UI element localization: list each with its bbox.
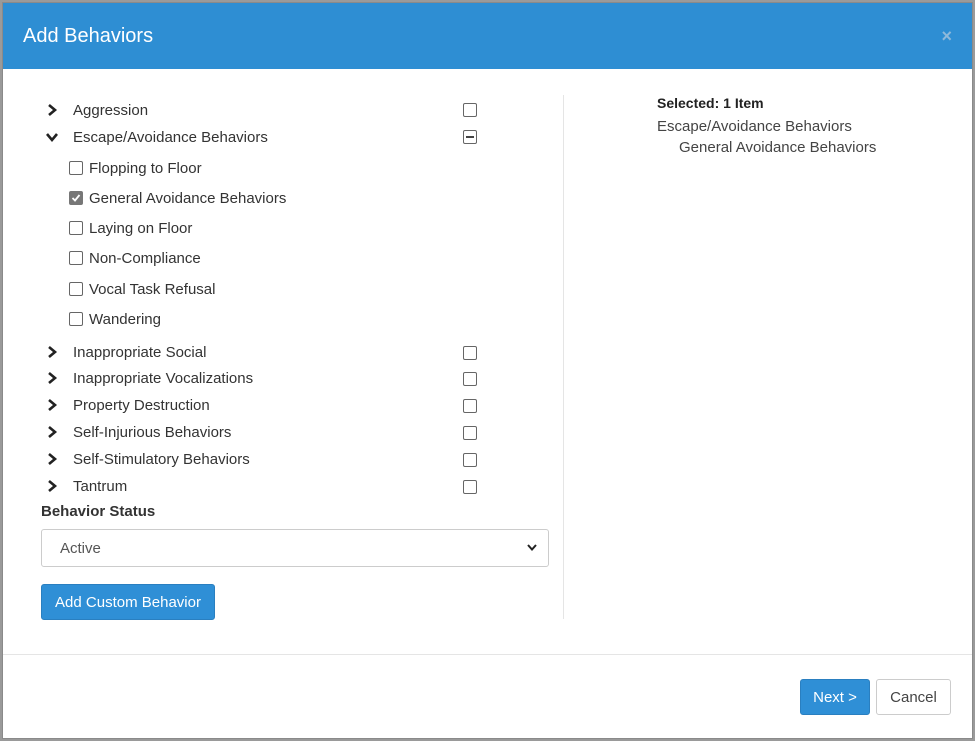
behavior-status-label: Behavior Status bbox=[41, 503, 156, 520]
tree-item-tantrum[interactable]: Tantrum bbox=[45, 475, 127, 497]
inappropriate-vocalizations-checkbox[interactable] bbox=[463, 372, 477, 386]
tree-item-label: Inappropriate Social bbox=[73, 343, 207, 361]
chevron-down-icon[interactable] bbox=[45, 130, 59, 144]
tree-item-property-destruction[interactable]: Property Destruction bbox=[45, 394, 210, 416]
self-stimulatory-checkbox[interactable] bbox=[463, 453, 477, 467]
behavior-status-select[interactable]: Active bbox=[41, 529, 549, 567]
close-icon[interactable]: × bbox=[941, 26, 952, 47]
chevron-right-icon[interactable] bbox=[45, 452, 59, 466]
tree-item-self-stimulatory[interactable]: Self-Stimulatory Behaviors bbox=[45, 448, 250, 470]
tree-item-escape-avoidance[interactable]: Escape/Avoidance Behaviors bbox=[45, 126, 268, 148]
add-behaviors-dialog: Add Behaviors × Aggression Escape/Avoida… bbox=[2, 2, 973, 739]
cancel-button[interactable]: Cancel bbox=[876, 679, 951, 715]
selected-count: Selected: 1 Item bbox=[657, 95, 764, 111]
vocal-task-refusal-checkbox[interactable] bbox=[69, 282, 83, 296]
tree-item-label: Escape/Avoidance Behaviors bbox=[73, 128, 268, 146]
tree-item-aggression[interactable]: Aggression bbox=[45, 99, 148, 121]
tree-item-label: Self-Stimulatory Behaviors bbox=[73, 450, 250, 468]
tree-item-label: Self-Injurious Behaviors bbox=[73, 423, 232, 441]
tree-item-label: Aggression bbox=[73, 101, 149, 119]
tree-item-inappropriate-social[interactable]: Inappropriate Social bbox=[45, 341, 206, 363]
property-destruction-checkbox[interactable] bbox=[463, 399, 477, 413]
child-item-general-avoidance[interactable]: General Avoidance Behaviors bbox=[69, 187, 286, 209]
chevron-right-icon[interactable] bbox=[45, 398, 59, 412]
behavior-status-value: Active bbox=[60, 539, 101, 557]
add-custom-behavior-button[interactable]: Add Custom Behavior bbox=[41, 584, 215, 620]
dialog-title: Add Behaviors bbox=[23, 24, 154, 47]
dialog-header: Add Behaviors × bbox=[3, 3, 972, 69]
chevron-right-icon[interactable] bbox=[45, 371, 59, 385]
child-item-laying[interactable]: Laying on Floor bbox=[69, 217, 192, 239]
chevron-down-icon bbox=[526, 540, 538, 557]
child-item-label: General Avoidance Behaviors bbox=[89, 189, 287, 207]
tree-item-label: Tantrum bbox=[73, 477, 128, 495]
child-item-label: Laying on Floor bbox=[89, 219, 193, 237]
general-avoidance-checkbox[interactable] bbox=[69, 191, 83, 205]
tree-item-self-injurious[interactable]: Self-Injurious Behaviors bbox=[45, 421, 231, 443]
panel-divider bbox=[563, 95, 564, 619]
wandering-checkbox[interactable] bbox=[69, 312, 83, 326]
tree-item-inappropriate-vocalizations[interactable]: Inappropriate Vocalizations bbox=[45, 367, 253, 389]
child-item-label: Wandering bbox=[89, 310, 161, 328]
child-item-wandering[interactable]: Wandering bbox=[69, 308, 161, 330]
aggression-checkbox[interactable] bbox=[463, 103, 477, 117]
selected-category: Escape/Avoidance Behaviors bbox=[657, 118, 852, 135]
child-item-non-compliance[interactable]: Non-Compliance bbox=[69, 247, 201, 269]
laying-checkbox[interactable] bbox=[69, 221, 83, 235]
selected-item: General Avoidance Behaviors bbox=[679, 139, 877, 156]
footer-divider bbox=[3, 654, 972, 655]
dialog-body: Aggression Escape/Avoidance Behaviors Fl… bbox=[3, 69, 972, 654]
self-injurious-checkbox[interactable] bbox=[463, 426, 477, 440]
chevron-right-icon[interactable] bbox=[45, 103, 59, 117]
tree-item-label: Property Destruction bbox=[73, 396, 210, 414]
tantrum-checkbox[interactable] bbox=[463, 480, 477, 494]
child-item-label: Vocal Task Refusal bbox=[89, 280, 216, 298]
selected-summary: Selected: 1 Item Escape/Avoidance Behavi… bbox=[657, 95, 876, 158]
child-item-vocal-task-refusal[interactable]: Vocal Task Refusal bbox=[69, 278, 215, 300]
child-item-label: Flopping to Floor bbox=[89, 159, 202, 177]
tree-item-label: Inappropriate Vocalizations bbox=[73, 369, 254, 387]
chevron-right-icon[interactable] bbox=[45, 479, 59, 493]
inappropriate-social-checkbox[interactable] bbox=[463, 346, 477, 360]
child-item-flopping[interactable]: Flopping to Floor bbox=[69, 157, 202, 179]
escape-avoidance-checkbox[interactable] bbox=[463, 130, 477, 144]
child-item-label: Non-Compliance bbox=[89, 249, 201, 267]
chevron-right-icon[interactable] bbox=[45, 345, 59, 359]
flopping-checkbox[interactable] bbox=[69, 161, 83, 175]
next-button[interactable]: Next > bbox=[800, 679, 870, 715]
non-compliance-checkbox[interactable] bbox=[69, 251, 83, 265]
chevron-right-icon[interactable] bbox=[45, 425, 59, 439]
